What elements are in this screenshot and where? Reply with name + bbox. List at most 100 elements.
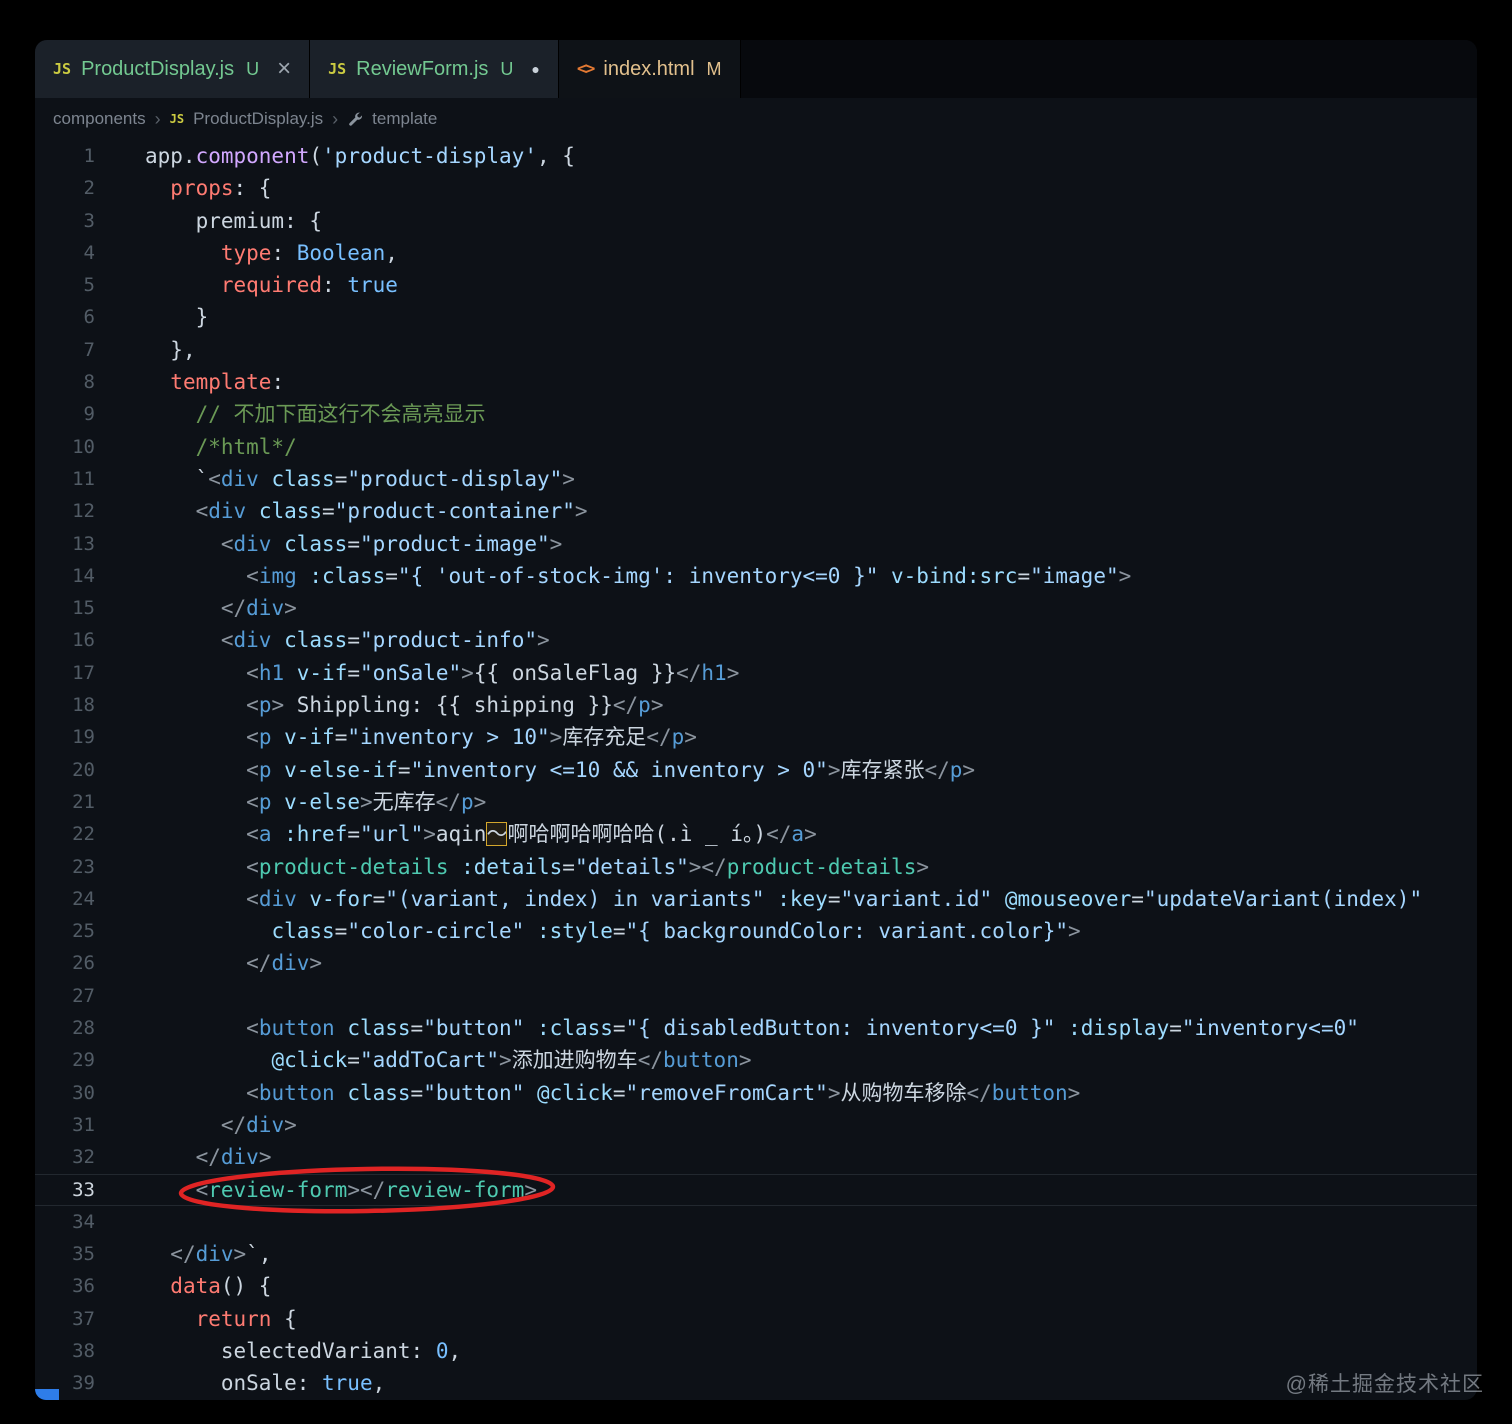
code-line-16[interactable]: 16 <div class="product-info"> [35, 624, 1477, 656]
code-text: <button class="button" :class="{ disable… [246, 1016, 1359, 1041]
code-text: return { [195, 1306, 297, 1331]
line-number[interactable]: 1 [35, 140, 95, 172]
code-line-20[interactable]: 20 <p v-else-if="inventory <=10 && inven… [35, 754, 1477, 786]
code-line-27[interactable]: 27 [35, 980, 1477, 1012]
code-line-6[interactable]: 6 } [35, 301, 1477, 333]
line-number[interactable]: 31 [35, 1109, 95, 1141]
code-editor[interactable]: 1 app.component('product-display', {2 pro… [35, 140, 1477, 1400]
breadcrumb-symbol[interactable]: template [372, 109, 437, 129]
breadcrumb-file[interactable]: ProductDisplay.js [193, 109, 323, 129]
code-line-24[interactable]: 24 <div v-for="(variant, index) in varia… [35, 883, 1477, 915]
code-text: </div>`, [170, 1242, 272, 1267]
line-number[interactable]: 27 [35, 980, 95, 1012]
code-line-25[interactable]: 25 class="color-circle" :style="{ backgr… [35, 915, 1477, 947]
code-line-19[interactable]: 19 <p v-if="inventory > 10">库存充足</p> [35, 721, 1477, 753]
line-number[interactable]: 34 [35, 1206, 95, 1238]
line-number[interactable]: 11 [35, 463, 95, 495]
line-number[interactable]: 13 [35, 528, 95, 560]
tab-label: ReviewForm.js [356, 57, 489, 80]
watermark: @稀土掘金技术社区 [1285, 1373, 1484, 1396]
line-number[interactable]: 7 [35, 334, 95, 366]
breadcrumb-components[interactable]: components [53, 109, 146, 129]
code-line-9[interactable]: 9 // 不加下面这行不会高亮显示 [35, 398, 1477, 430]
code-line-23[interactable]: 23 <product-details :details="details"><… [35, 851, 1477, 883]
code-line-21[interactable]: 21 <p v-else>无库存</p> [35, 786, 1477, 818]
line-number[interactable]: 3 [35, 205, 95, 237]
code-line-1[interactable]: 1 app.component('product-display', { [35, 140, 1477, 172]
code-line-34[interactable]: 34 [35, 1206, 1477, 1238]
line-number[interactable]: 8 [35, 366, 95, 398]
tab-index-html[interactable]: <> index.html M [558, 40, 741, 98]
code-line-31[interactable]: 31 </div> [35, 1109, 1477, 1141]
line-number[interactable]: 18 [35, 689, 95, 721]
code-line-8[interactable]: 8 template: [35, 366, 1477, 398]
line-number[interactable]: 30 [35, 1077, 95, 1109]
code-text: }, [170, 337, 196, 362]
code-line-33[interactable]: 33 <review-form></review-form> [35, 1174, 1477, 1206]
line-number[interactable]: 33 [35, 1174, 95, 1206]
line-number[interactable]: 29 [35, 1044, 95, 1076]
code-line-39[interactable]: 39 onSale: true, [35, 1367, 1477, 1399]
line-number[interactable]: 17 [35, 657, 95, 689]
line-number[interactable]: 10 [35, 431, 95, 463]
tab-reviewform-js[interactable]: JS ReviewForm.js U ● [310, 40, 559, 98]
code-line-15[interactable]: 15 </div> [35, 592, 1477, 624]
line-number[interactable]: 2 [35, 172, 95, 204]
line-number[interactable]: 35 [35, 1238, 95, 1270]
vscode-window: JS ProductDisplay.js U × JS ReviewForm.j… [35, 40, 1477, 1400]
code-line-13[interactable]: 13 <div class="product-image"> [35, 528, 1477, 560]
code-text: <button class="button" @click="removeFro… [246, 1080, 1081, 1105]
code-line-32[interactable]: 32 </div> [35, 1141, 1477, 1173]
code-line-22[interactable]: 22 <a :href="url">aqin～啊哈啊哈啊哈哈(.ì _ í。)<… [35, 818, 1477, 850]
code-line-11[interactable]: 11 `<div class="product-display"> [35, 463, 1477, 495]
code-line-18[interactable]: 18 <p> Shippling: {{ shipping }}</p> [35, 689, 1477, 721]
code-line-37[interactable]: 37 return { [35, 1303, 1477, 1335]
line-number[interactable]: 22 [35, 818, 95, 850]
code-line-2[interactable]: 2 props: { [35, 172, 1477, 204]
close-icon[interactable]: × [277, 57, 291, 81]
js-file-icon: JS [169, 112, 185, 126]
code-line-38[interactable]: 38 selectedVariant: 0, [35, 1335, 1477, 1367]
code-line-29[interactable]: 29 @click="addToCart">添加进购物车</button> [35, 1044, 1477, 1076]
line-number[interactable]: 19 [35, 721, 95, 753]
line-number[interactable]: 9 [35, 398, 95, 430]
unsaved-dot-icon[interactable]: ● [531, 61, 539, 77]
line-number[interactable]: 32 [35, 1141, 95, 1173]
code-line-14[interactable]: 14 <img :class="{ 'out-of-stock-img': in… [35, 560, 1477, 592]
line-number[interactable]: 28 [35, 1012, 95, 1044]
code-text: @click="addToCart">添加进购物车</button> [271, 1048, 752, 1073]
code-line-10[interactable]: 10 /*html*/ [35, 431, 1477, 463]
code-line-17[interactable]: 17 <h1 v-if="onSale">{{ onSaleFlag }}</h… [35, 657, 1477, 689]
tab-productdisplay-js[interactable]: JS ProductDisplay.js U × [35, 40, 311, 98]
code-line-4[interactable]: 4 type: Boolean, [35, 237, 1477, 269]
code-line-3[interactable]: 3 premium: { [35, 205, 1477, 237]
code-line-36[interactable]: 36 data() { [35, 1270, 1477, 1302]
line-number[interactable]: 12 [35, 495, 95, 527]
code-line-5[interactable]: 5 required: true [35, 269, 1477, 301]
line-number[interactable]: 25 [35, 915, 95, 947]
code-line-28[interactable]: 28 <button class="button" :class="{ disa… [35, 1012, 1477, 1044]
line-number[interactable]: 26 [35, 947, 95, 979]
line-number[interactable]: 38 [35, 1335, 95, 1367]
line-number[interactable]: 24 [35, 883, 95, 915]
breadcrumb: components › JS ProductDisplay.js › temp… [35, 98, 1477, 140]
code-line-26[interactable]: 26 </div> [35, 947, 1477, 979]
line-number[interactable]: 21 [35, 786, 95, 818]
line-number[interactable]: 16 [35, 624, 95, 656]
line-number[interactable]: 37 [35, 1303, 95, 1335]
code-line-12[interactable]: 12 <div class="product-container"> [35, 495, 1477, 527]
code-line-35[interactable]: 35 </div>`, [35, 1238, 1477, 1270]
line-number[interactable]: 6 [35, 301, 95, 333]
line-number[interactable]: 14 [35, 560, 95, 592]
code-line-30[interactable]: 30 <button class="button" @click="remove… [35, 1077, 1477, 1109]
line-number[interactable]: 15 [35, 592, 95, 624]
chevron-right-icon: › [332, 108, 339, 129]
chevron-right-icon: › [154, 108, 161, 129]
code-text: <product-details :details="details"></pr… [246, 854, 929, 879]
line-number[interactable]: 4 [35, 237, 95, 269]
code-line-7[interactable]: 7 }, [35, 334, 1477, 366]
line-number[interactable]: 36 [35, 1270, 95, 1302]
line-number[interactable]: 23 [35, 851, 95, 883]
line-number[interactable]: 5 [35, 269, 95, 301]
line-number[interactable]: 20 [35, 754, 95, 786]
